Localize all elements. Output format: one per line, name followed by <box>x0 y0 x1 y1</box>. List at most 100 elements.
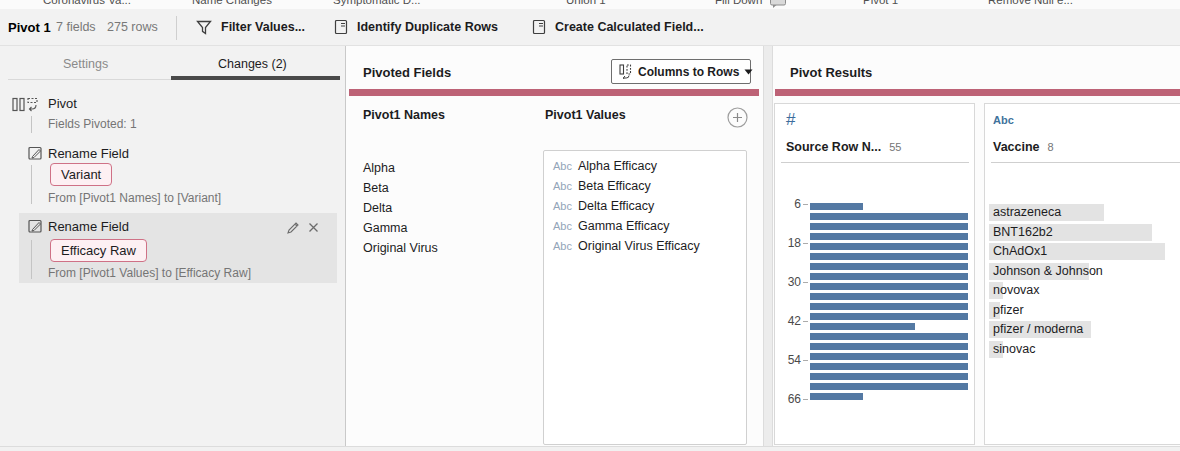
renamed-field-pill[interactable]: Variant <box>50 163 112 186</box>
change-subtitle: From [Pivot1 Values] to [Efficacy Raw] <box>48 266 251 280</box>
flow-node-label[interactable]: Fill Down <box>715 0 762 6</box>
axis-tick-mark <box>803 243 808 244</box>
changes-panel: Settings Changes (2) Pivot Fields Pivote… <box>0 46 346 451</box>
field-type-icon: Abc <box>553 220 572 232</box>
value-row[interactable]: Johnson & Johnson <box>989 263 1180 280</box>
pivot-name-item[interactable]: Alpha <box>363 158 395 178</box>
histogram-bar[interactable] <box>810 273 968 280</box>
pivot-name-item[interactable]: Gamma <box>363 218 407 238</box>
axis-tick-mark <box>803 282 808 283</box>
value-label: BNT162b2 <box>993 225 1053 239</box>
pivoted-fields-title: Pivoted Fields <box>363 65 451 80</box>
change-title: Rename Field <box>48 146 129 161</box>
histogram-bar[interactable] <box>810 363 968 370</box>
histogram-bar[interactable] <box>810 253 968 260</box>
pivot-value-item[interactable]: AbcAlpha Efficacy <box>544 156 746 176</box>
tab-changes[interactable]: Changes (2) <box>218 57 287 71</box>
axis-tick-label: 6 <box>775 197 801 211</box>
pivot-results-panel: Pivot Results # Source Row N...55 618304… <box>773 46 1180 451</box>
histogram-bar[interactable] <box>810 343 968 350</box>
value-label: ChAdOx1 <box>993 244 1047 258</box>
connector-line <box>31 240 32 279</box>
value-row[interactable]: pfizer <box>989 302 1180 319</box>
renamed-field-pill[interactable]: Efficacy Raw <box>50 239 147 262</box>
flow-node-label[interactable]: Name Changes <box>192 0 272 6</box>
accent-bar <box>349 89 759 96</box>
pivot-value-item[interactable]: AbcOriginal Virus Efficacy <box>544 236 746 256</box>
mode-button-label: Columns to Rows <box>638 65 739 79</box>
remove-icon[interactable] <box>307 221 321 235</box>
pivot-name-item[interactable]: Beta <box>363 178 389 198</box>
field-type-icon: Abc <box>553 240 572 252</box>
histogram-bar[interactable] <box>810 213 968 220</box>
filter-icon <box>196 20 212 35</box>
axis-tick-label: 54 <box>775 353 801 367</box>
histogram-bar[interactable] <box>810 223 968 230</box>
edit-icon[interactable] <box>286 221 300 235</box>
value-label: pfizer / moderna <box>993 322 1083 336</box>
axis-tick-label: 18 <box>775 236 801 250</box>
value-label: astrazeneca <box>993 205 1061 219</box>
histogram-bar[interactable] <box>810 353 968 360</box>
field-type-icon: Abc <box>553 180 572 192</box>
axis-tick-label: 66 <box>775 392 801 406</box>
step-toolbar: Pivot 1 7 fields 275 rows Filter Values.… <box>0 9 1180 46</box>
duplicate-rows-icon <box>334 19 348 35</box>
identify-duplicate-rows-button[interactable]: Identify Duplicate Rows <box>334 9 498 45</box>
axis-tick-mark <box>803 399 808 400</box>
histogram-bar[interactable] <box>810 203 863 210</box>
source-row-histogram: 6 18 30 42 54 66 <box>775 104 974 444</box>
pivot-value-label: Delta Efficacy <box>578 199 654 213</box>
columns-to-rows-icon <box>619 64 633 79</box>
flow-node-label[interactable]: Remove Null e... <box>988 0 1073 6</box>
value-row[interactable]: BNT162b2 <box>989 224 1180 241</box>
active-tab-underline <box>171 76 340 80</box>
pivot-value-item[interactable]: AbcBeta Efficacy <box>544 176 746 196</box>
pivot-name-item[interactable]: Delta <box>363 198 392 218</box>
columns-to-rows-button[interactable]: Columns to Rows <box>611 59 751 84</box>
histogram-bar[interactable] <box>810 373 968 380</box>
histogram-bar[interactable] <box>810 293 968 300</box>
axis-tick-label: 30 <box>775 275 801 289</box>
pivot-name-item[interactable]: Original Virus <box>363 238 438 258</box>
flow-node-label[interactable]: Pivot 1 <box>863 0 898 6</box>
change-title: Pivot <box>48 96 77 111</box>
value-row[interactable]: pfizer / moderna <box>989 321 1180 338</box>
histogram-bar[interactable] <box>810 243 968 250</box>
histogram-bar[interactable] <box>810 393 863 400</box>
pivot-values-header: Pivot1 Values <box>545 108 626 122</box>
value-row[interactable]: ChAdOx1 <box>989 243 1180 260</box>
value-row[interactable]: novovax <box>989 282 1180 299</box>
caret-down-icon <box>744 69 753 75</box>
pivot-value-label: Alpha Efficacy <box>578 159 657 173</box>
change-title: Rename Field <box>48 219 129 234</box>
axis-tick-label: 42 <box>775 314 801 328</box>
create-calculated-field-button[interactable]: Create Calculated Field... <box>532 9 704 45</box>
value-row[interactable]: sinovac <box>989 341 1180 358</box>
pivot-names-list: AlphaBetaDeltaGammaOriginal Virus <box>363 158 533 278</box>
pivot-value-item[interactable]: AbcGamma Efficacy <box>544 216 746 236</box>
plus-icon[interactable] <box>727 107 748 128</box>
histogram-bar[interactable] <box>810 313 968 320</box>
histogram-bar[interactable] <box>810 323 915 330</box>
histogram-bar[interactable] <box>810 383 968 390</box>
tab-settings[interactable]: Settings <box>63 57 108 71</box>
axis-tick-mark <box>803 204 808 205</box>
value-row[interactable]: astrazeneca <box>989 204 1180 221</box>
pivot-names-header: Pivot1 Names <box>363 108 445 122</box>
histogram-bar[interactable] <box>810 233 968 240</box>
filter-values-button[interactable]: Filter Values... <box>196 9 305 45</box>
histogram-bar[interactable] <box>810 283 968 290</box>
field-card-source-row-number: # Source Row N...55 61830425466 <box>774 103 975 445</box>
histogram-bar[interactable] <box>810 333 968 340</box>
field-card-vaccine: Abc Vaccine8 astrazenecaBNT162b2ChAdOx1J… <box>984 103 1180 445</box>
histogram-bar[interactable] <box>810 263 968 270</box>
flow-node-strip: Coronavirus Va... Name Changes Symptomatic… <box>0 0 1180 9</box>
flow-node-label[interactable]: Symptomatic D... <box>333 0 421 6</box>
pivot-icon <box>12 96 39 113</box>
flow-node-label[interactable]: Union 1 <box>566 0 606 6</box>
flow-node-label[interactable]: Coronavirus Va... <box>43 0 131 6</box>
rename-icon <box>28 218 44 234</box>
histogram-bar[interactable] <box>810 303 968 310</box>
pivot-value-item[interactable]: AbcDelta Efficacy <box>544 196 746 216</box>
